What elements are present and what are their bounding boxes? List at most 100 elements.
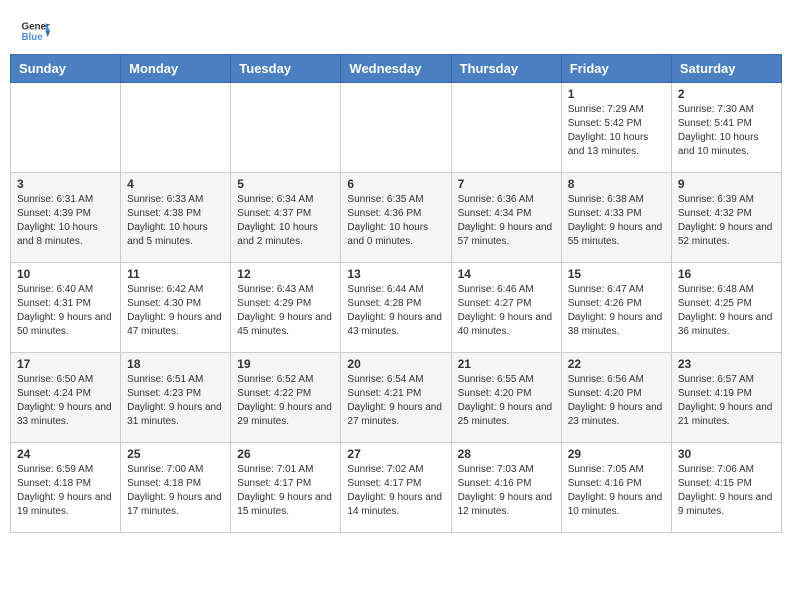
header-tuesday: Tuesday xyxy=(231,55,341,83)
table-cell: 16 Sunrise: 6:48 AM Sunset: 4:25 PM Dayli… xyxy=(671,263,781,353)
day-number: 22 xyxy=(568,357,665,371)
logo: General Blue xyxy=(20,16,50,46)
day-info: Sunrise: 7:05 AM Sunset: 4:16 PM Dayligh… xyxy=(568,463,665,519)
day-info: Sunrise: 6:56 AM Sunset: 4:20 PM Dayligh… xyxy=(568,373,665,429)
day-info: Sunrise: 6:47 AM Sunset: 4:26 PM Dayligh… xyxy=(568,283,665,339)
table-cell: 27 Sunrise: 7:02 AM Sunset: 4:17 PM Dayli… xyxy=(341,443,451,533)
day-number: 14 xyxy=(458,267,555,281)
week-row-4: 17 Sunrise: 6:50 AM Sunset: 4:24 PM Dayli… xyxy=(11,353,782,443)
calendar-body: 1Sunrise: 7:29 AM Sunset: 5:42 PM Daylig… xyxy=(11,83,782,533)
day-info: Sunrise: 7:02 AM Sunset: 4:17 PM Dayligh… xyxy=(347,463,444,519)
table-cell: 14Sunrise: 6:46 AM Sunset: 4:27 PM Dayli… xyxy=(451,263,561,353)
day-number: 16 xyxy=(678,267,775,281)
day-number: 23 xyxy=(678,357,775,371)
table-cell: 13 Sunrise: 6:44 AM Sunset: 4:28 PM Dayli… xyxy=(341,263,451,353)
day-info: Sunrise: 6:54 AM Sunset: 4:21 PM Dayligh… xyxy=(347,373,444,429)
day-info: Sunrise: 6:59 AM Sunset: 4:18 PM Dayligh… xyxy=(17,463,114,519)
calendar-header: SundayMondayTuesdayWednesdayThursdayFrid… xyxy=(11,55,782,83)
day-info: Sunrise: 7:06 AM Sunset: 4:15 PM Dayligh… xyxy=(678,463,775,519)
day-info: Sunrise: 6:39 AM Sunset: 4:32 PM Dayligh… xyxy=(678,193,775,249)
header-row: SundayMondayTuesdayWednesdayThursdayFrid… xyxy=(11,55,782,83)
day-number: 17 xyxy=(17,357,114,371)
table-cell: 30 Sunrise: 7:06 AM Sunset: 4:15 PM Dayli… xyxy=(671,443,781,533)
day-number: 7 xyxy=(458,177,555,191)
day-number: 4 xyxy=(127,177,224,191)
day-info: Sunrise: 6:36 AM Sunset: 4:34 PM Dayligh… xyxy=(458,193,555,249)
day-info: Sunrise: 6:43 AM Sunset: 4:29 PM Dayligh… xyxy=(237,283,334,339)
day-info: Sunrise: 6:51 AM Sunset: 4:23 PM Dayligh… xyxy=(127,373,224,429)
calendar: SundayMondayTuesdayWednesdayThursdayFrid… xyxy=(10,54,782,533)
table-cell: 19Sunrise: 6:52 AM Sunset: 4:22 PM Dayli… xyxy=(231,353,341,443)
header-saturday: Saturday xyxy=(671,55,781,83)
table-cell: 25 Sunrise: 7:00 AM Sunset: 4:18 PM Dayli… xyxy=(121,443,231,533)
logo-icon: General Blue xyxy=(20,16,50,46)
day-info: Sunrise: 7:03 AM Sunset: 4:16 PM Dayligh… xyxy=(458,463,555,519)
table-cell xyxy=(341,83,451,173)
day-info: Sunrise: 6:35 AM Sunset: 4:36 PM Dayligh… xyxy=(347,193,444,249)
day-info: Sunrise: 6:50 AM Sunset: 4:24 PM Dayligh… xyxy=(17,373,114,429)
day-number: 9 xyxy=(678,177,775,191)
day-number: 15 xyxy=(568,267,665,281)
table-cell: 5 Sunrise: 6:34 AM Sunset: 4:37 PM Daylig… xyxy=(231,173,341,263)
table-cell xyxy=(231,83,341,173)
day-info: Sunrise: 6:42 AM Sunset: 4:30 PM Dayligh… xyxy=(127,283,224,339)
table-cell xyxy=(451,83,561,173)
day-number: 25 xyxy=(127,447,224,461)
table-cell: 7 Sunrise: 6:36 AM Sunset: 4:34 PM Daylig… xyxy=(451,173,561,263)
day-number: 28 xyxy=(458,447,555,461)
day-info: Sunrise: 6:52 AM Sunset: 4:22 PM Dayligh… xyxy=(237,373,334,429)
header-thursday: Thursday xyxy=(451,55,561,83)
header-wednesday: Wednesday xyxy=(341,55,451,83)
day-number: 11 xyxy=(127,267,224,281)
day-number: 24 xyxy=(17,447,114,461)
table-cell: 24 Sunrise: 6:59 AM Sunset: 4:18 PM Dayli… xyxy=(11,443,121,533)
day-number: 27 xyxy=(347,447,444,461)
day-info: Sunrise: 6:33 AM Sunset: 4:38 PM Dayligh… xyxy=(127,193,224,249)
week-row-2: 3 Sunrise: 6:31 AM Sunset: 4:39 PM Daylig… xyxy=(11,173,782,263)
header-sunday: Sunday xyxy=(11,55,121,83)
day-info: Sunrise: 6:57 AM Sunset: 4:19 PM Dayligh… xyxy=(678,373,775,429)
table-cell: 21Sunrise: 6:55 AM Sunset: 4:20 PM Dayli… xyxy=(451,353,561,443)
table-cell xyxy=(11,83,121,173)
calendar-wrapper: SundayMondayTuesdayWednesdayThursdayFrid… xyxy=(0,54,792,543)
day-info: Sunrise: 6:44 AM Sunset: 4:28 PM Dayligh… xyxy=(347,283,444,339)
table-cell: 26 Sunrise: 7:01 AM Sunset: 4:17 PM Dayli… xyxy=(231,443,341,533)
header: General Blue xyxy=(0,0,792,54)
day-number: 3 xyxy=(17,177,114,191)
table-cell: 23 Sunrise: 6:57 AM Sunset: 4:19 PM Dayli… xyxy=(671,353,781,443)
day-number: 6 xyxy=(347,177,444,191)
day-number: 26 xyxy=(237,447,334,461)
day-number: 18 xyxy=(127,357,224,371)
table-cell: 18 Sunrise: 6:51 AM Sunset: 4:23 PM Dayli… xyxy=(121,353,231,443)
day-info: Sunrise: 6:31 AM Sunset: 4:39 PM Dayligh… xyxy=(17,193,114,249)
table-cell: 9 Sunrise: 6:39 AM Sunset: 4:32 PM Daylig… xyxy=(671,173,781,263)
day-info: Sunrise: 7:01 AM Sunset: 4:17 PM Dayligh… xyxy=(237,463,334,519)
day-info: Sunrise: 6:48 AM Sunset: 4:25 PM Dayligh… xyxy=(678,283,775,339)
week-row-5: 24 Sunrise: 6:59 AM Sunset: 4:18 PM Dayli… xyxy=(11,443,782,533)
table-cell: 28 Sunrise: 7:03 AM Sunset: 4:16 PM Dayli… xyxy=(451,443,561,533)
week-row-1: 1Sunrise: 7:29 AM Sunset: 5:42 PM Daylig… xyxy=(11,83,782,173)
header-monday: Monday xyxy=(121,55,231,83)
day-info: Sunrise: 7:30 AM Sunset: 5:41 PM Dayligh… xyxy=(678,103,775,159)
header-friday: Friday xyxy=(561,55,671,83)
day-info: Sunrise: 6:34 AM Sunset: 4:37 PM Dayligh… xyxy=(237,193,334,249)
table-cell: 3 Sunrise: 6:31 AM Sunset: 4:39 PM Daylig… xyxy=(11,173,121,263)
table-cell: 17 Sunrise: 6:50 AM Sunset: 4:24 PM Dayli… xyxy=(11,353,121,443)
day-number: 13 xyxy=(347,267,444,281)
day-info: Sunrise: 6:40 AM Sunset: 4:31 PM Dayligh… xyxy=(17,283,114,339)
table-cell: 10Sunrise: 6:40 AM Sunset: 4:31 PM Dayli… xyxy=(11,263,121,353)
day-number: 12 xyxy=(237,267,334,281)
day-number: 20 xyxy=(347,357,444,371)
day-number: 29 xyxy=(568,447,665,461)
week-row-3: 10Sunrise: 6:40 AM Sunset: 4:31 PM Dayli… xyxy=(11,263,782,353)
day-number: 2 xyxy=(678,87,775,101)
day-number: 5 xyxy=(237,177,334,191)
table-cell: 4 Sunrise: 6:33 AM Sunset: 4:38 PM Daylig… xyxy=(121,173,231,263)
day-info: Sunrise: 7:00 AM Sunset: 4:18 PM Dayligh… xyxy=(127,463,224,519)
day-info: Sunrise: 6:55 AM Sunset: 4:20 PM Dayligh… xyxy=(458,373,555,429)
svg-text:Blue: Blue xyxy=(22,32,44,43)
day-number: 30 xyxy=(678,447,775,461)
table-cell: 15 Sunrise: 6:47 AM Sunset: 4:26 PM Dayli… xyxy=(561,263,671,353)
table-cell xyxy=(121,83,231,173)
table-cell: 11 Sunrise: 6:42 AM Sunset: 4:30 PM Dayli… xyxy=(121,263,231,353)
